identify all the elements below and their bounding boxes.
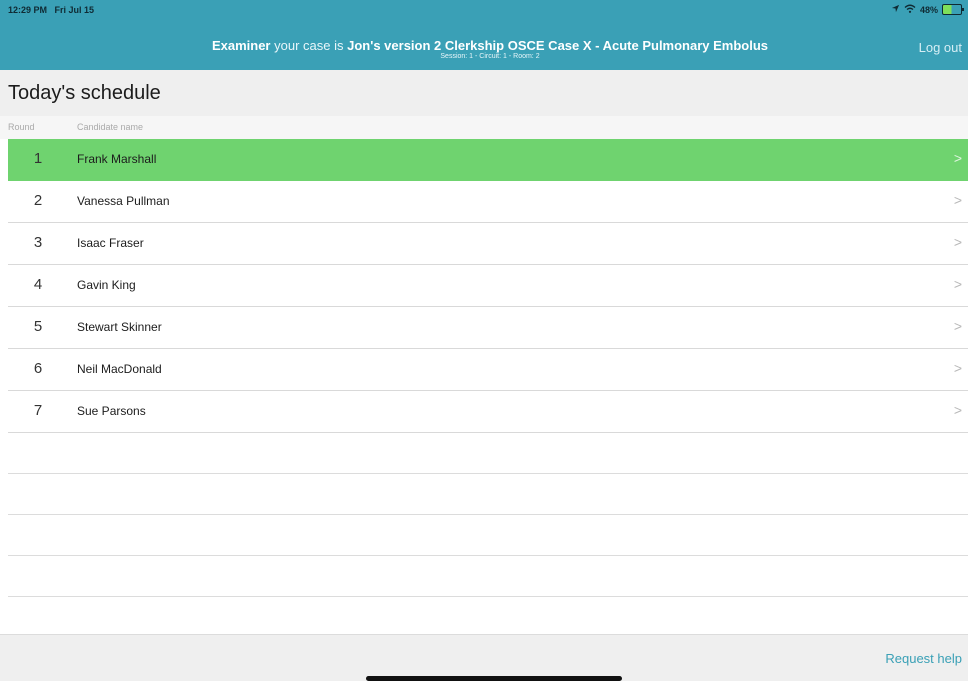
row-round: 6: [33, 360, 43, 377]
schedule-row[interactable]: 4 Gavin King >: [8, 265, 968, 307]
chevron-right-icon: >: [953, 318, 962, 334]
schedule-row[interactable]: 5 Stewart Skinner >: [8, 307, 968, 349]
chevron-right-icon: >: [953, 192, 962, 208]
home-indicator[interactable]: [366, 676, 622, 681]
column-round: Round: [8, 122, 35, 132]
battery-charging-icon: [942, 4, 964, 15]
case-title: Jon's version 2 Clerkship OSCE Case X - …: [347, 38, 769, 53]
status-time: 12:29 PM: [8, 5, 48, 15]
title-bar: Today's schedule: [0, 70, 968, 116]
row-round: 5: [33, 318, 43, 335]
row-candidate-name: Stewart Skinner: [77, 320, 162, 334]
row-round: 7: [33, 402, 43, 419]
row-candidate-name: Sue Parsons: [77, 404, 146, 418]
schedule-row[interactable]: 6 Neil MacDonald >: [8, 349, 968, 391]
chevron-right-icon: >: [953, 276, 962, 292]
session-info: Session: 1 - Circuit: 1 - Room: 2: [440, 53, 540, 60]
table-column-header: Round Candidate name: [0, 116, 968, 139]
empty-row: [8, 556, 968, 597]
logout-button[interactable]: Log out: [919, 40, 962, 55]
schedule-list: 1 Frank Marshall > 2 Vanessa Pullman > 3…: [0, 139, 968, 638]
empty-row: [8, 515, 968, 556]
empty-row: [8, 433, 968, 474]
wifi-icon: [904, 4, 916, 15]
row-candidate-name: Neil MacDonald: [77, 362, 162, 376]
status-bar-right: 48%: [891, 4, 964, 15]
empty-row: [8, 597, 968, 638]
row-candidate-name: Vanessa Pullman: [77, 194, 170, 208]
schedule-row[interactable]: 7 Sue Parsons >: [8, 391, 968, 433]
request-help-button[interactable]: Request help: [885, 651, 962, 666]
chevron-right-icon: >: [953, 150, 962, 166]
chevron-right-icon: >: [953, 234, 962, 250]
page-title: Today's schedule: [8, 82, 161, 104]
row-candidate-name: Gavin King: [77, 278, 136, 292]
row-candidate-name: Frank Marshall: [77, 152, 157, 166]
row-round: 4: [33, 276, 43, 293]
status-bar-time: 12:29 PM Fri Jul 15: [8, 5, 99, 15]
schedule-row[interactable]: 1 Frank Marshall >: [8, 139, 968, 181]
battery-percent: 48%: [919, 4, 938, 15]
row-candidate-name: Isaac Fraser: [77, 236, 144, 250]
status-date: Fri Jul 15: [54, 5, 95, 15]
case-heading: Examiner your case is Jon's version 2 Cl…: [180, 38, 800, 53]
schedule-row[interactable]: 3 Isaac Fraser >: [8, 223, 968, 265]
case-intro: your case is: [274, 38, 344, 53]
column-candidate-name: Candidate name: [77, 122, 144, 132]
chevron-right-icon: >: [953, 360, 962, 376]
examiner-role: Examiner: [211, 38, 271, 53]
empty-row: [8, 474, 968, 515]
location-arrow-icon: [891, 4, 900, 15]
row-round: 1: [33, 150, 43, 167]
chevron-right-icon: >: [953, 402, 962, 418]
footer-bar: Request help: [0, 634, 968, 681]
schedule-row[interactable]: 2 Vanessa Pullman >: [8, 181, 968, 223]
row-round: 2: [33, 192, 43, 209]
row-round: 3: [33, 234, 43, 251]
app-header: 12:29 PM Fri Jul 15 48% Examiner your ca…: [0, 0, 968, 70]
